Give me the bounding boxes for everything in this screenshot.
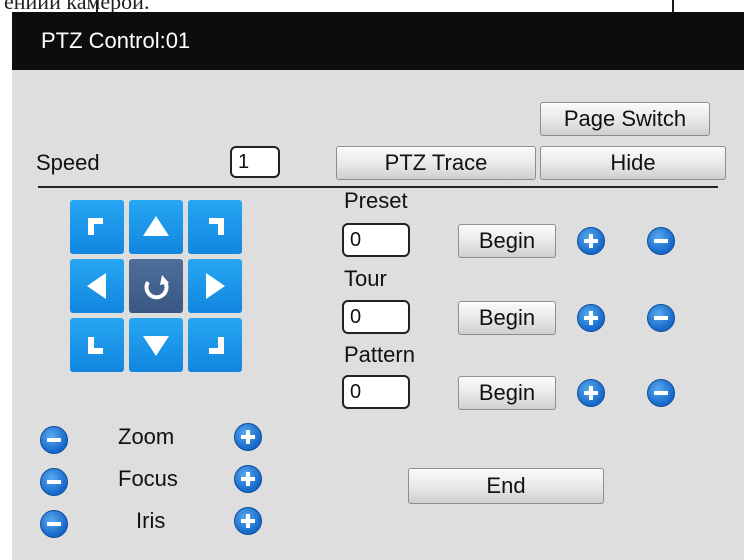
end-button[interactable]: End	[408, 468, 604, 504]
tour-input[interactable]: 0	[342, 300, 410, 334]
minus-icon	[47, 480, 61, 484]
background-window-strip: ениии камерой.	[0, 0, 744, 12]
focus-far-button[interactable]	[234, 465, 262, 493]
arrow-right-icon	[206, 273, 225, 299]
minus-icon	[654, 391, 668, 395]
pan-down-right-button[interactable]	[188, 318, 242, 372]
minus-icon	[47, 522, 61, 526]
tour-begin-button[interactable]: Begin	[458, 301, 556, 335]
tour-remove-button[interactable]	[647, 304, 675, 332]
pattern-label: Pattern	[344, 342, 415, 367]
arrow-up-right-icon	[209, 218, 224, 235]
ptz-trace-button[interactable]: PTZ Trace	[336, 146, 536, 180]
background-text-fragment: ениии камерой.	[4, 0, 149, 12]
iris-open-button[interactable]	[234, 507, 262, 535]
arrow-down-icon	[143, 336, 169, 356]
zoom-out-button[interactable]	[40, 426, 68, 454]
hide-button[interactable]: Hide	[540, 146, 726, 180]
window-title: PTZ Control:01	[41, 28, 191, 53]
pan-up-left-button[interactable]	[70, 200, 124, 254]
arrow-left-icon	[87, 273, 106, 299]
rotate-icon	[144, 275, 169, 300]
tour-add-button[interactable]	[577, 304, 605, 332]
background-divider	[96, 0, 98, 12]
dialog-body: Page Switch Speed 1 PTZ Trace Hide Zoom …	[12, 70, 744, 560]
minus-icon	[654, 239, 668, 243]
tilt-up-button[interactable]	[129, 200, 183, 254]
speed-input[interactable]: 1	[230, 146, 280, 178]
ptz-control-dialog: PTZ Control:01 Page Switch Speed 1 PTZ T…	[12, 12, 744, 560]
pan-right-button[interactable]	[188, 259, 242, 313]
pattern-input[interactable]: 0	[342, 375, 410, 409]
page-switch-button[interactable]: Page Switch	[540, 102, 710, 136]
speed-label: Speed	[36, 150, 100, 175]
focus-near-button[interactable]	[40, 468, 68, 496]
minus-icon	[654, 316, 668, 320]
background-divider	[672, 0, 674, 12]
preset-label: Preset	[344, 188, 408, 213]
pan-left-button[interactable]	[70, 259, 124, 313]
title-bar: PTZ Control:01	[12, 12, 744, 70]
arrow-down-right-icon	[209, 337, 224, 354]
minus-icon	[47, 438, 61, 442]
tilt-down-button[interactable]	[129, 318, 183, 372]
pattern-remove-button[interactable]	[647, 379, 675, 407]
pattern-add-button[interactable]	[577, 379, 605, 407]
arrow-up-icon	[143, 216, 169, 236]
preset-add-button[interactable]	[577, 227, 605, 255]
iris-close-button[interactable]	[40, 510, 68, 538]
preset-remove-button[interactable]	[647, 227, 675, 255]
tour-label: Tour	[344, 266, 387, 291]
zoom-label: Zoom	[118, 424, 175, 449]
auto-rotate-button[interactable]	[129, 259, 183, 313]
iris-label: Iris	[136, 508, 166, 533]
pan-up-right-button[interactable]	[188, 200, 242, 254]
preset-begin-button[interactable]: Begin	[458, 224, 556, 258]
preset-input[interactable]: 0	[342, 223, 410, 257]
arrow-up-left-icon	[88, 218, 103, 235]
pan-down-left-button[interactable]	[70, 318, 124, 372]
focus-label: Focus	[118, 466, 178, 491]
pattern-begin-button[interactable]: Begin	[458, 376, 556, 410]
zoom-in-button[interactable]	[234, 423, 262, 451]
arrow-down-left-icon	[88, 337, 103, 354]
